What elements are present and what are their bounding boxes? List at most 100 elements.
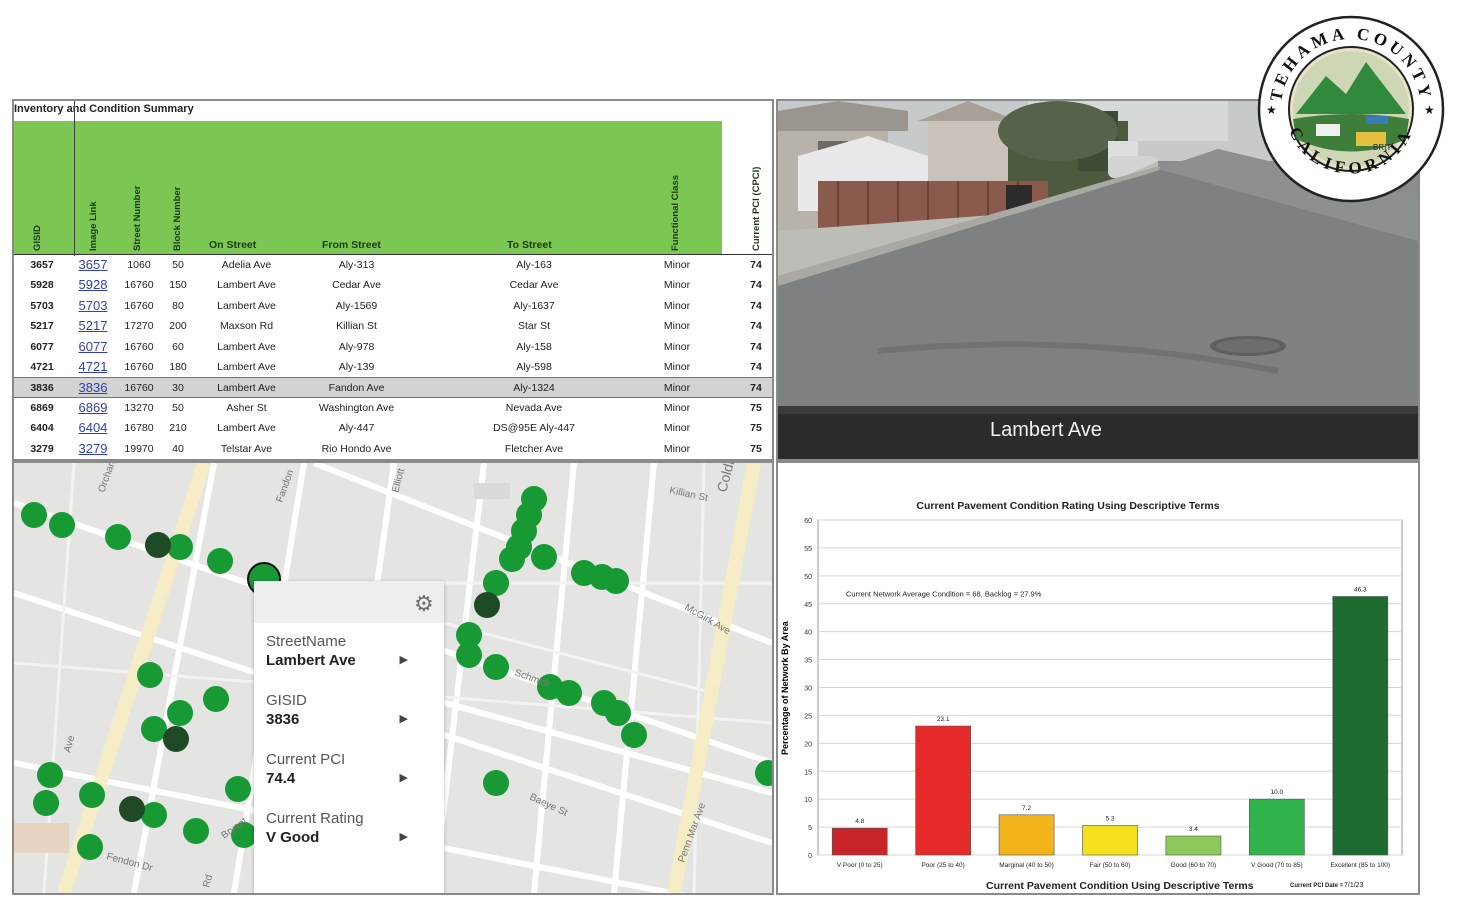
cell-to-street: Cedar Ave (509, 279, 559, 292)
seal-banner: BRIT (1373, 143, 1391, 152)
popup-field-gisid[interactable]: GISID 3836 ▶ (266, 692, 436, 728)
y-tick-label: 15 (804, 769, 812, 776)
cell-to-street: Nevada Ave (505, 401, 563, 414)
image-link[interactable]: 3279 (76, 441, 110, 456)
popup-field-streetname[interactable]: StreetName Lambert Ave ▶ (266, 633, 436, 669)
cell-block-number: 200 (169, 320, 187, 333)
table-row[interactable]: 6077 6077 16760 60 Lambert Ave Aly-978 Aly-158… (14, 337, 772, 357)
bar-0 (831, 827, 888, 856)
cell-block-number: 80 (172, 299, 184, 312)
image-link[interactable]: 3657 (76, 257, 110, 272)
cell-street-number: 16760 (124, 279, 154, 292)
data-label: 3.4 (1189, 826, 1198, 833)
y-tick-label: 25 (804, 713, 812, 720)
y-tick-label: 55 (804, 546, 812, 553)
image-link[interactable]: 5928 (76, 277, 110, 292)
cell-from-street: Aly-447 (338, 422, 375, 435)
cell-pci: 74 (750, 361, 762, 373)
table-row[interactable]: 6869 6869 13270 50 Asher St Washington Ave Nev… (14, 398, 772, 418)
table-row[interactable]: 3657 3657 1060 50 Adelia Ave Aly-313 Aly-163 Mi… (14, 255, 772, 275)
map-panel[interactable]: Killian St McGirk Ave Baeye St Penn Mar … (12, 461, 774, 895)
image-link[interactable]: 6404 (76, 420, 110, 435)
cell-pci: 75 (750, 422, 762, 435)
header-block-number: Block Number (172, 186, 183, 251)
cell-from-street: Killian St (336, 320, 377, 333)
cell-street-number: 16760 (124, 361, 154, 373)
cell-pci: 74 (750, 382, 762, 395)
header-to-street: To Street (507, 239, 552, 251)
cell-functional-class: Minor (663, 279, 691, 292)
cell-to-street: Fletcher Ave (504, 442, 564, 455)
cell-block-number: 40 (172, 442, 184, 455)
cell-to-street: Star St (517, 320, 551, 333)
cell-functional-class: Minor (663, 422, 691, 435)
chart-subtitle: Current Network Average Condition = 68, … (846, 590, 1042, 599)
header-from-street: From Street (322, 239, 381, 251)
popup-value: Lambert Ave (266, 652, 356, 669)
condition-chart-panel: Current Pavement Condition Rating Using … (776, 461, 1420, 895)
table-row[interactable]: 5217 5217 17270 200 Maxson Rd Killian St Star … (14, 316, 772, 336)
image-link[interactable]: 6077 (76, 339, 110, 354)
gear-icon[interactable]: ⚙ (414, 591, 434, 617)
bar-5 (1249, 798, 1305, 856)
chart-date-label: Current PCI Date = (1290, 883, 1344, 889)
x-tick-label: Poor (25 to 40) (921, 862, 964, 869)
bar-3 (1082, 825, 1138, 856)
cell-block-number: 60 (172, 340, 184, 353)
popup-label: Current PCI (266, 751, 346, 768)
cell-gisid: 5217 (30, 320, 54, 333)
table-row[interactable]: 4721 4721 16760 180 Lambert Ave Aly-139 Aly-59… (14, 357, 772, 377)
popup-label: GISID (266, 692, 307, 709)
image-link[interactable]: 5217 (76, 318, 110, 333)
table-divider (74, 101, 75, 256)
cell-street-number: 16760 (124, 340, 154, 353)
county-seal-logo: TEHAMA COUNTY CALIFORNIA BRIT ★ ★ (1257, 15, 1445, 203)
cell-from-street: Aly-978 (338, 340, 375, 353)
data-label: 46.3 (1354, 586, 1367, 593)
cell-pci: 74 (750, 340, 762, 353)
cell-from-street: Aly-313 (338, 259, 375, 271)
image-link[interactable]: 3836 (76, 380, 110, 395)
table-title: Inventory and Condition Summary (14, 103, 194, 115)
cell-to-street: Aly-163 (516, 259, 552, 271)
cell-from-street: Cedar Ave (332, 279, 381, 292)
cell-street-number: 17270 (124, 320, 154, 333)
header-functional-class: Functional Class (670, 174, 681, 251)
cell-functional-class: Minor (663, 401, 691, 414)
cell-from-street: Aly-1569 (335, 299, 378, 312)
cell-gisid: 3657 (30, 259, 54, 271)
cell-on-street: Lambert Ave (217, 422, 276, 435)
cell-to-street: Aly-158 (516, 340, 552, 353)
table-row[interactable]: 3836 3836 16760 30 Lambert Ave Fandon Ave Aly-… (14, 377, 772, 398)
cell-from-street: Fandon Ave (328, 382, 385, 395)
cell-functional-class: Minor (663, 361, 691, 373)
image-link[interactable]: 6869 (76, 400, 110, 415)
image-link[interactable]: 5703 (76, 298, 110, 313)
popup-field-pci[interactable]: Current PCI 74.4 ▶ (266, 751, 436, 787)
cell-from-street: Aly-139 (338, 361, 375, 373)
popup-field-rating[interactable]: Current Rating V Good ▶ (266, 810, 436, 846)
x-tick-label: Marginal (40 to 50) (999, 862, 1054, 869)
cell-pci: 75 (750, 401, 762, 414)
cell-street-number: 16760 (124, 382, 154, 395)
y-tick-label: 20 (804, 741, 812, 748)
cell-functional-class: Minor (663, 299, 691, 312)
chevron-right-icon: ▶ (399, 713, 408, 725)
cell-on-street: Lambert Ave (217, 382, 276, 395)
y-tick-label: 60 (804, 518, 812, 525)
popup-value: 3836 (266, 711, 300, 728)
x-tick-label: Fair (50 to 60) (1090, 862, 1131, 869)
cell-block-number: 50 (172, 259, 184, 271)
table-row[interactable]: 5703 5703 16760 80 Lambert Ave Aly-1569 Aly-16… (14, 296, 772, 316)
cell-gisid: 6404 (30, 422, 54, 435)
table-row[interactable]: 5928 5928 16760 150 Lambert Ave Cedar Ave Ceda… (14, 275, 772, 295)
cell-pci: 74 (750, 299, 762, 312)
image-link[interactable]: 4721 (76, 359, 110, 374)
cell-on-street: Lambert Ave (217, 361, 276, 373)
cell-street-number: 19970 (124, 442, 154, 455)
x-tick-label: V Poor (0 to 25) (837, 862, 883, 869)
cell-functional-class: Minor (663, 340, 691, 353)
feature-popup: ⚙ StreetName Lambert Ave ▶ GISID 3836 ▶ … (254, 581, 444, 893)
table-row[interactable]: 3279 3279 19970 40 Telstar Ave Rio Hondo Ave F… (14, 439, 772, 459)
table-row[interactable]: 6404 6404 16780 210 Lambert Ave Aly-447 DS@95E… (14, 418, 772, 438)
